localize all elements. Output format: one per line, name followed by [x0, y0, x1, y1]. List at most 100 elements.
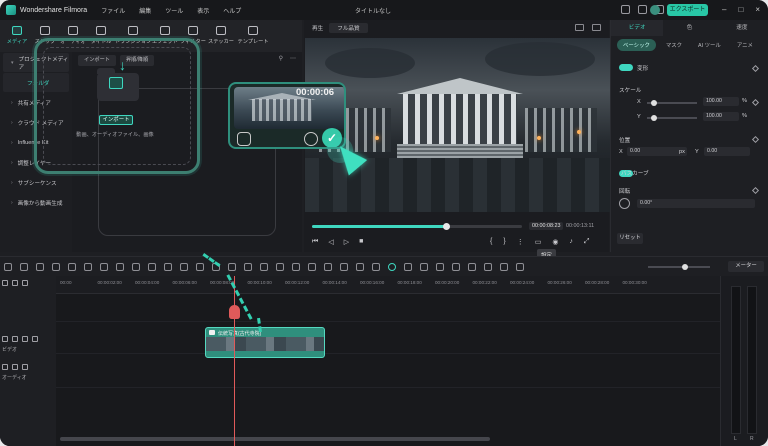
mark-in-icon[interactable]: {	[490, 238, 492, 246]
record-icon[interactable]	[388, 263, 396, 271]
transform-toggle[interactable]	[619, 64, 633, 71]
caption-icon[interactable]	[500, 263, 508, 271]
select-icon[interactable]	[20, 263, 28, 271]
text-icon[interactable]	[116, 263, 124, 271]
magnet-icon[interactable]	[22, 280, 28, 286]
slider-handle[interactable]	[651, 100, 657, 106]
mark-out-icon[interactable]: }	[503, 238, 505, 246]
marker-icon[interactable]	[436, 263, 444, 271]
playhead-handle[interactable]	[229, 305, 240, 319]
link-icon[interactable]	[12, 280, 18, 286]
snap-icon[interactable]	[356, 263, 364, 271]
subtab-animation[interactable]: アニメ	[731, 39, 759, 51]
eye-icon[interactable]	[32, 336, 38, 342]
more-icon[interactable]: ⋯	[290, 55, 296, 62]
stabilize-icon[interactable]	[228, 263, 236, 271]
undo-icon[interactable]	[36, 263, 44, 271]
sidebar-item-subsequence[interactable]: › サブシーケンス	[3, 173, 69, 192]
maximize-icon[interactable]: □	[738, 5, 743, 14]
timeline-ruler[interactable]: 00:00 00:00:02:00 00:00:04:00 00:00:06:00 00…	[56, 276, 720, 294]
rotate-dial-icon[interactable]	[619, 198, 630, 209]
notification-icon[interactable]	[638, 5, 647, 14]
audio-mix-icon[interactable]	[484, 263, 492, 271]
add-to-timeline-icon[interactable]	[237, 132, 251, 146]
tab-templates[interactable]: テンプレート	[236, 20, 270, 52]
lock-icon[interactable]	[12, 364, 18, 370]
fullscreen-icon[interactable]: ⤢	[584, 238, 590, 246]
freeze-icon[interactable]	[260, 263, 268, 271]
prev-frame-icon[interactable]: ⏮	[312, 238, 318, 246]
dragged-media-card[interactable]: 00:00:06 ✓	[228, 82, 346, 149]
menu-edit[interactable]: 編集	[139, 6, 151, 15]
volume-icon[interactable]: ♪	[569, 238, 573, 246]
subtab-mask[interactable]: マスク	[660, 39, 688, 51]
scrubber-handle[interactable]	[443, 223, 450, 230]
dropzone-highlight[interactable]: ↓ インポート 動画、オーディオファイル、画像	[34, 38, 200, 174]
timeline-video-clip[interactable]: 伝統写真(古代寺院)	[205, 327, 325, 358]
rotate-input[interactable]: 0.00°	[637, 199, 755, 208]
tab-video[interactable]: ビデオ	[611, 20, 664, 36]
mute-icon[interactable]	[22, 364, 28, 370]
play-icon[interactable]: ▷	[344, 238, 349, 246]
keyframe-icon[interactable]	[751, 98, 760, 107]
motion-icon[interactable]	[276, 263, 284, 271]
close-icon[interactable]: ×	[755, 5, 760, 14]
playback-scrubber[interactable]	[312, 223, 522, 230]
lock-icon[interactable]	[12, 336, 18, 342]
tab-media[interactable]: メディア	[4, 20, 30, 52]
export-button[interactable]: エクスポート	[667, 4, 708, 16]
tab-color[interactable]: 色	[663, 20, 715, 36]
meter-dropdown[interactable]: メーター	[728, 261, 764, 272]
menu-view[interactable]: 表示	[197, 6, 209, 15]
mask-icon[interactable]	[244, 263, 252, 271]
video-track-lane[interactable]	[56, 326, 720, 354]
keyframe-icon[interactable]	[751, 135, 760, 144]
pos-y-input[interactable]: 0.00	[704, 147, 750, 156]
subtab-basic[interactable]: ベーシック	[617, 39, 656, 51]
subtab-ai-tools[interactable]: AI ツール	[692, 39, 727, 51]
delete-icon[interactable]	[68, 263, 76, 271]
sidebar-item-image-to-video[interactable]: › 画像から動画生成	[3, 193, 69, 212]
import-button[interactable]: インポート	[99, 115, 133, 125]
audio-track-lane[interactable]	[56, 360, 720, 388]
timeline-scrollbar[interactable]	[60, 437, 490, 441]
send-icon[interactable]	[621, 5, 630, 14]
keyframe-icon[interactable]	[751, 64, 760, 73]
layout-icon[interactable]	[4, 263, 12, 271]
playhead[interactable]	[234, 276, 235, 446]
add-track-icon[interactable]	[2, 280, 8, 286]
color-icon[interactable]	[148, 263, 156, 271]
more-tools-icon[interactable]	[340, 263, 348, 271]
zoom-out-icon[interactable]	[516, 263, 524, 271]
mute-icon[interactable]	[22, 336, 28, 342]
tab-speed[interactable]: 速度	[716, 20, 768, 36]
scene-icon[interactable]	[324, 263, 332, 271]
voice-icon[interactable]	[420, 263, 428, 271]
keyframe-icon[interactable]	[751, 186, 760, 195]
split-icon[interactable]: ⋮	[517, 238, 524, 246]
pip-icon[interactable]	[468, 263, 476, 271]
crop-zoom-icon[interactable]	[196, 263, 204, 271]
scale-x-slider[interactable]	[647, 100, 697, 106]
scale-y-slider[interactable]	[647, 115, 697, 121]
menu-file[interactable]: ファイル	[101, 6, 125, 15]
audio-icon[interactable]	[164, 263, 172, 271]
quality-dropdown[interactable]: フル品質	[329, 23, 368, 33]
redo-icon[interactable]	[52, 263, 60, 271]
link-icon[interactable]	[452, 263, 460, 271]
zoom-handle[interactable]	[682, 264, 688, 270]
replace-icon[interactable]	[304, 132, 318, 146]
track-lane[interactable]	[56, 294, 720, 322]
reset-button[interactable]: リセット	[617, 233, 643, 244]
cut-icon[interactable]	[84, 263, 92, 271]
stop-icon[interactable]: ■	[359, 238, 363, 246]
slider-handle[interactable]	[651, 115, 657, 121]
filter-icon[interactable]: ⚲	[279, 55, 283, 62]
menu-tools[interactable]: ツール	[165, 6, 183, 15]
grid-view-icon[interactable]	[575, 24, 584, 31]
speed-icon[interactable]	[180, 263, 188, 271]
play-back-icon[interactable]: ◁	[328, 238, 333, 246]
scale-x-input[interactable]: 100.00	[703, 97, 739, 106]
timeline-zoom-slider[interactable]	[648, 264, 710, 270]
render-icon[interactable]	[372, 263, 380, 271]
